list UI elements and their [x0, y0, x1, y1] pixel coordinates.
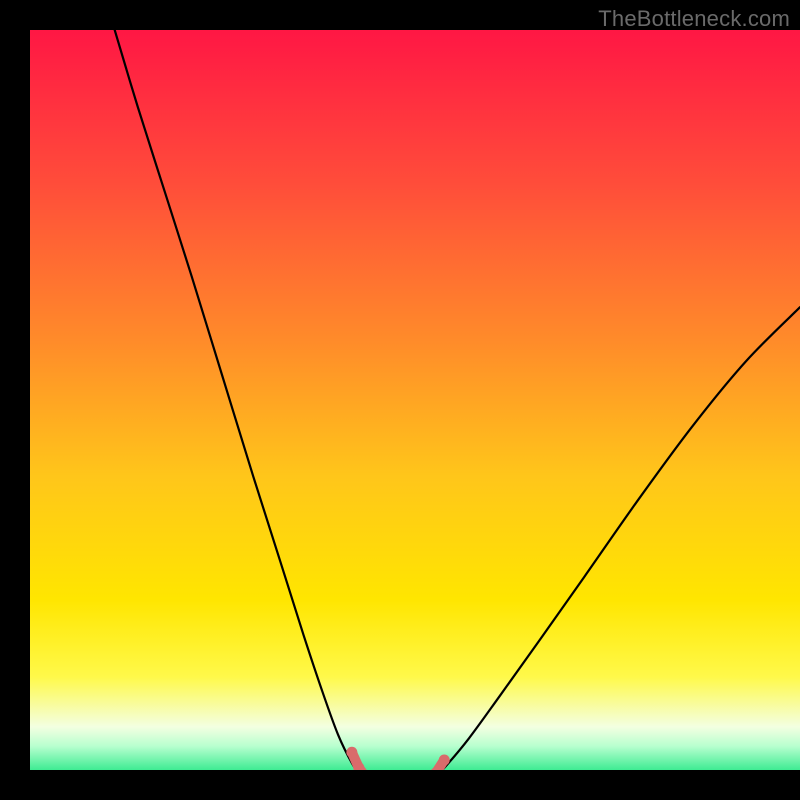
watermark-text: TheBottleneck.com	[598, 6, 790, 32]
bottleneck-curve-right	[432, 307, 800, 770]
plot-area	[30, 30, 800, 770]
bottleneck-curve-left	[115, 30, 364, 770]
curve-layer	[30, 30, 800, 770]
sweet-spot-dot	[439, 754, 450, 765]
sweet-spot-dot	[346, 747, 357, 758]
sweet-spot-band	[352, 752, 444, 770]
chart-root: TheBottleneck.com	[0, 0, 800, 800]
